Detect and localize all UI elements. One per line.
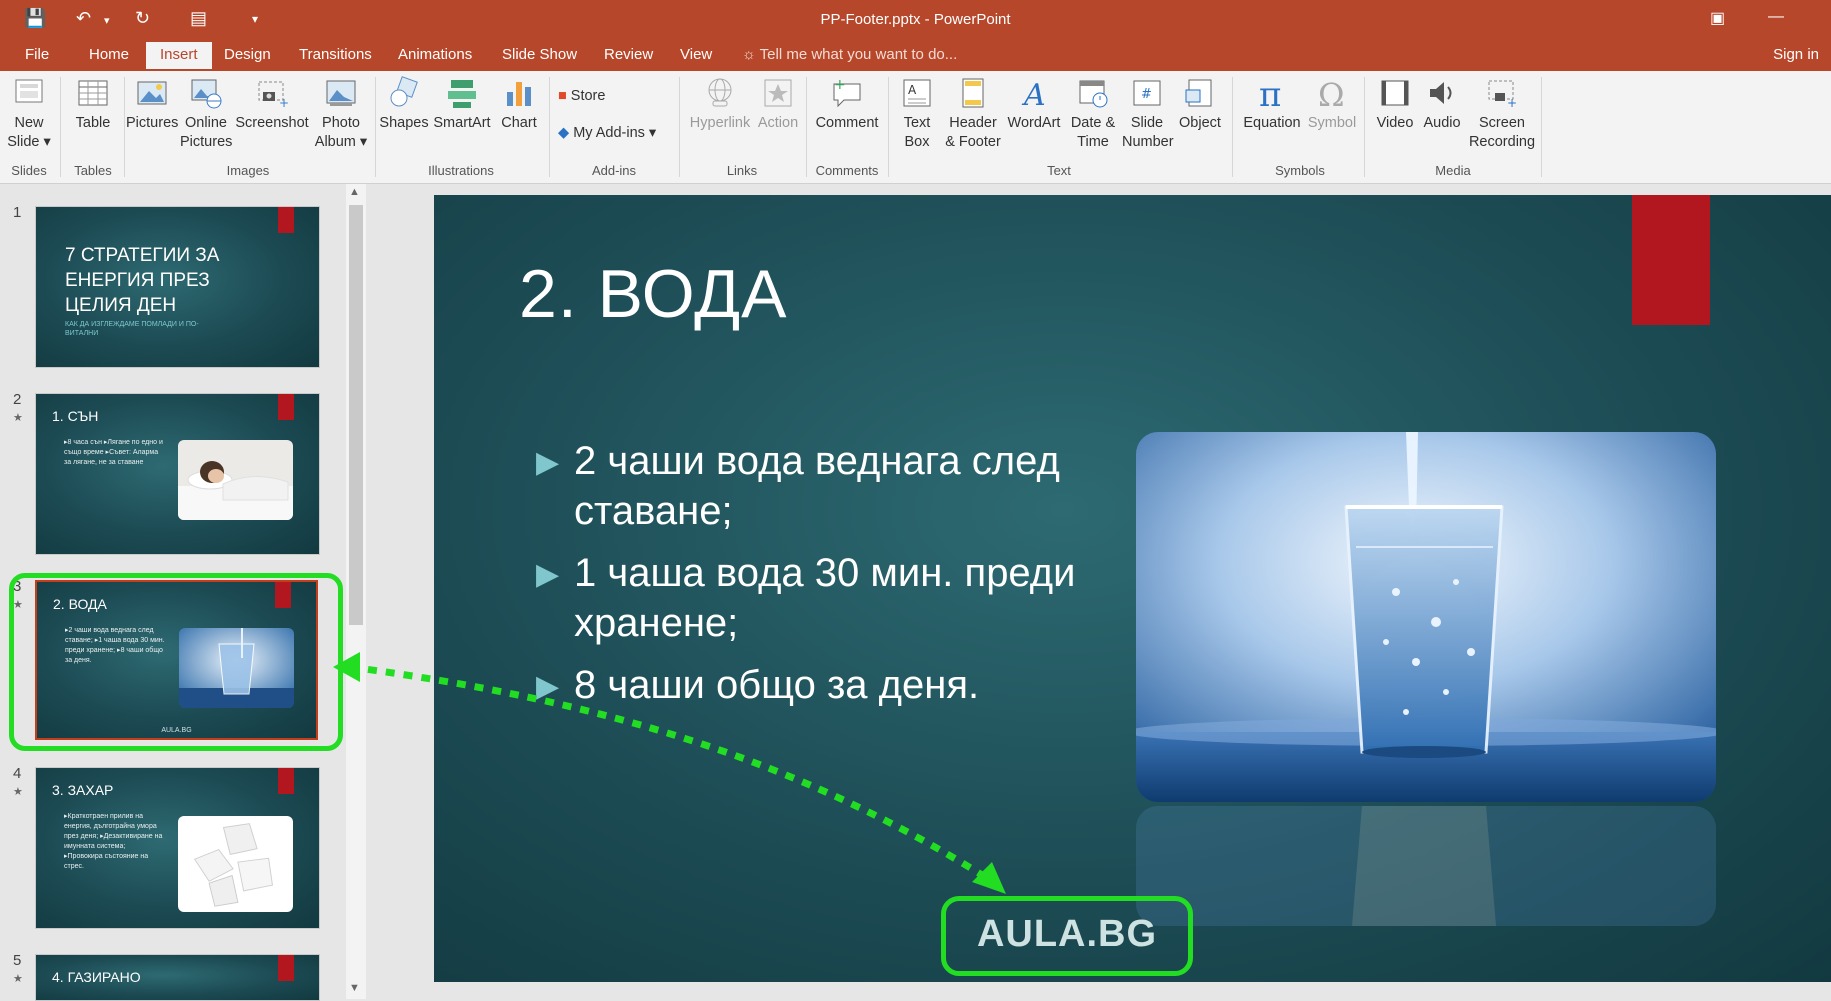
annotation-arrow (333, 652, 1006, 894)
